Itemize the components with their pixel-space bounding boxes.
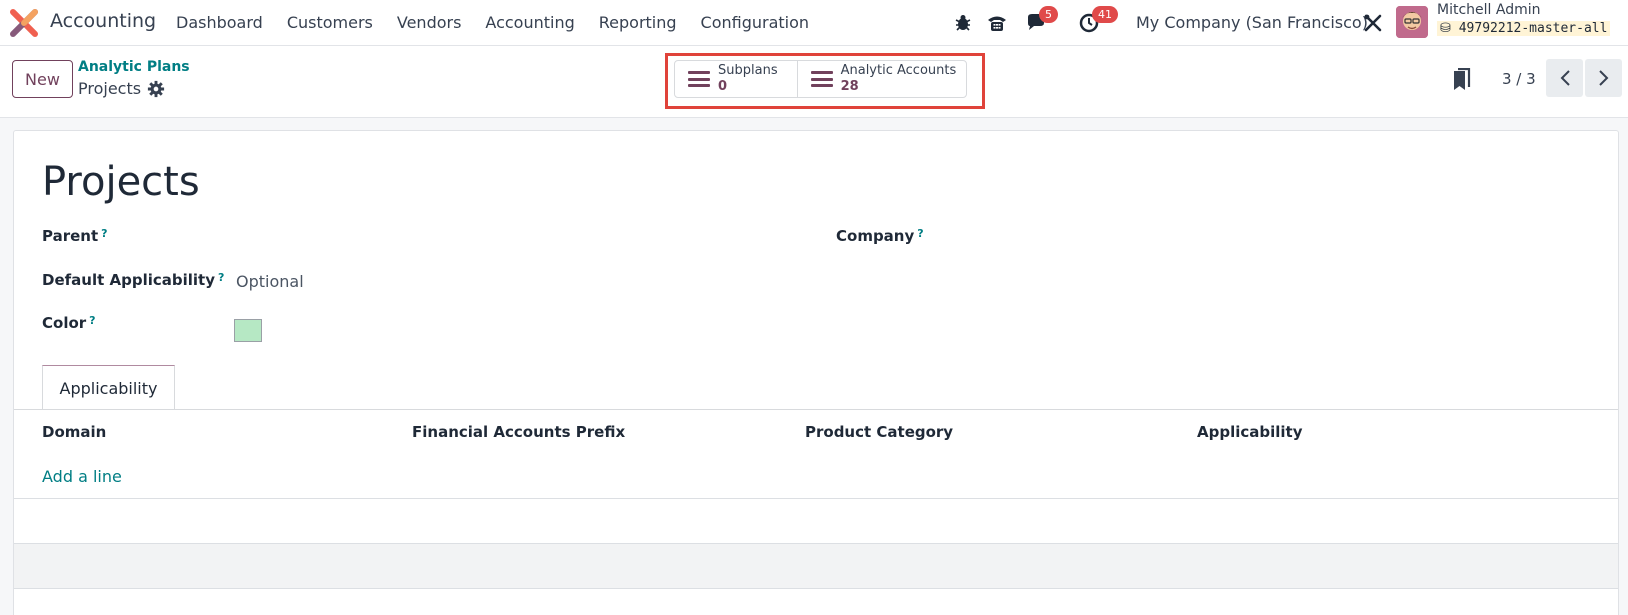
empty-row <box>14 544 1618 588</box>
column-domain[interactable]: Domain <box>42 423 106 441</box>
column-applicability[interactable]: Applicability <box>1197 423 1303 441</box>
breadcrumb-current: Projects <box>78 79 142 98</box>
top-navbar: Accounting Dashboard Customers Vendors A… <box>0 0 1628 46</box>
column-product-category[interactable]: Product Category <box>805 423 953 441</box>
menu-accounting[interactable]: Accounting <box>485 13 574 32</box>
smart-button-group: Subplans 0 Analytic Accounts 28 <box>674 60 967 98</box>
color-help-icon[interactable]: ? <box>89 314 95 327</box>
user-avatar[interactable] <box>1396 6 1428 38</box>
main-menu: Dashboard Customers Vendors Accounting R… <box>176 13 833 32</box>
plan-name-field[interactable]: Projects <box>42 159 200 205</box>
accounting-app-icon[interactable] <box>10 9 38 37</box>
menu-reporting[interactable]: Reporting <box>599 13 677 32</box>
activity-badge: 41 <box>1092 6 1118 23</box>
company-label-text: Company <box>836 227 915 245</box>
database-label: 49792212-master-all <box>1458 21 1608 36</box>
parent-field-label: Parent? <box>42 227 108 245</box>
pager-value[interactable]: 3 / 3 <box>1502 70 1536 88</box>
color-picker[interactable] <box>234 319 262 342</box>
default-applicability-help-icon[interactable]: ? <box>218 271 224 284</box>
app-name[interactable]: Accounting <box>50 10 156 32</box>
tab-divider <box>14 409 1618 410</box>
menu-customers[interactable]: Customers <box>287 13 373 32</box>
new-button[interactable]: New <box>12 60 73 98</box>
company-help-icon[interactable]: ? <box>917 227 923 240</box>
company-field-label: Company? <box>836 227 924 245</box>
chevron-left-icon <box>1560 70 1570 86</box>
analytic-accounts-button[interactable]: Analytic Accounts 28 <box>796 61 966 97</box>
subplans-button[interactable]: Subplans 0 <box>675 61 797 97</box>
tab-applicability[interactable]: Applicability <box>42 365 175 410</box>
pager-next-button[interactable] <box>1585 59 1622 97</box>
add-line-link[interactable]: Add a line <box>42 467 122 486</box>
gear-icon[interactable] <box>147 80 165 98</box>
subplans-count: 0 <box>718 79 728 94</box>
menu-vendors[interactable]: Vendors <box>397 13 462 32</box>
tools-icon[interactable] <box>1360 10 1386 36</box>
analytic-accounts-count: 28 <box>840 79 859 94</box>
analytic-accounts-label: Analytic Accounts <box>840 63 957 78</box>
default-applicability-label-text: Default Applicability <box>42 271 215 289</box>
row-divider <box>14 498 1618 499</box>
phone-icon[interactable] <box>984 10 1010 36</box>
menu-configuration[interactable]: Configuration <box>701 13 810 32</box>
control-panel: New Analytic Plans Projects Subplans 0 A… <box>0 46 1628 118</box>
clock-icon[interactable]: 41 <box>1076 6 1118 36</box>
chat-icon[interactable]: 5 <box>1023 6 1058 36</box>
chat-badge: 5 <box>1039 6 1058 23</box>
database-name: ⛁ 49792212-master-all <box>1437 21 1611 36</box>
row-divider <box>14 588 1618 589</box>
subplans-label: Subplans <box>718 63 778 78</box>
bug-icon[interactable] <box>950 10 976 36</box>
parent-label-text: Parent <box>42 227 99 245</box>
column-financial-accounts-prefix[interactable]: Financial Accounts Prefix <box>412 423 625 441</box>
color-field-label: Color? <box>42 314 96 332</box>
company-switcher[interactable]: My Company (San Francisco) <box>1136 13 1368 32</box>
form-sheet: Projects Parent? Company? Default Applic… <box>13 130 1619 615</box>
list-icon <box>810 71 833 87</box>
chevron-right-icon <box>1598 70 1608 86</box>
default-applicability-select[interactable]: Optional <box>236 272 304 291</box>
list-icon <box>688 71 710 87</box>
default-applicability-label: Default Applicability? <box>42 271 224 289</box>
pager-previous-button[interactable] <box>1546 59 1583 97</box>
color-label-text: Color <box>42 314 87 332</box>
parent-help-icon[interactable]: ? <box>101 227 107 240</box>
user-name[interactable]: Mitchell Admin <box>1437 2 1541 18</box>
menu-dashboard[interactable]: Dashboard <box>176 13 263 32</box>
breadcrumb-parent[interactable]: Analytic Plans <box>78 59 190 75</box>
smart-buttons-highlight: Subplans 0 Analytic Accounts 28 <box>665 53 985 109</box>
record-icon[interactable] <box>1452 68 1472 92</box>
